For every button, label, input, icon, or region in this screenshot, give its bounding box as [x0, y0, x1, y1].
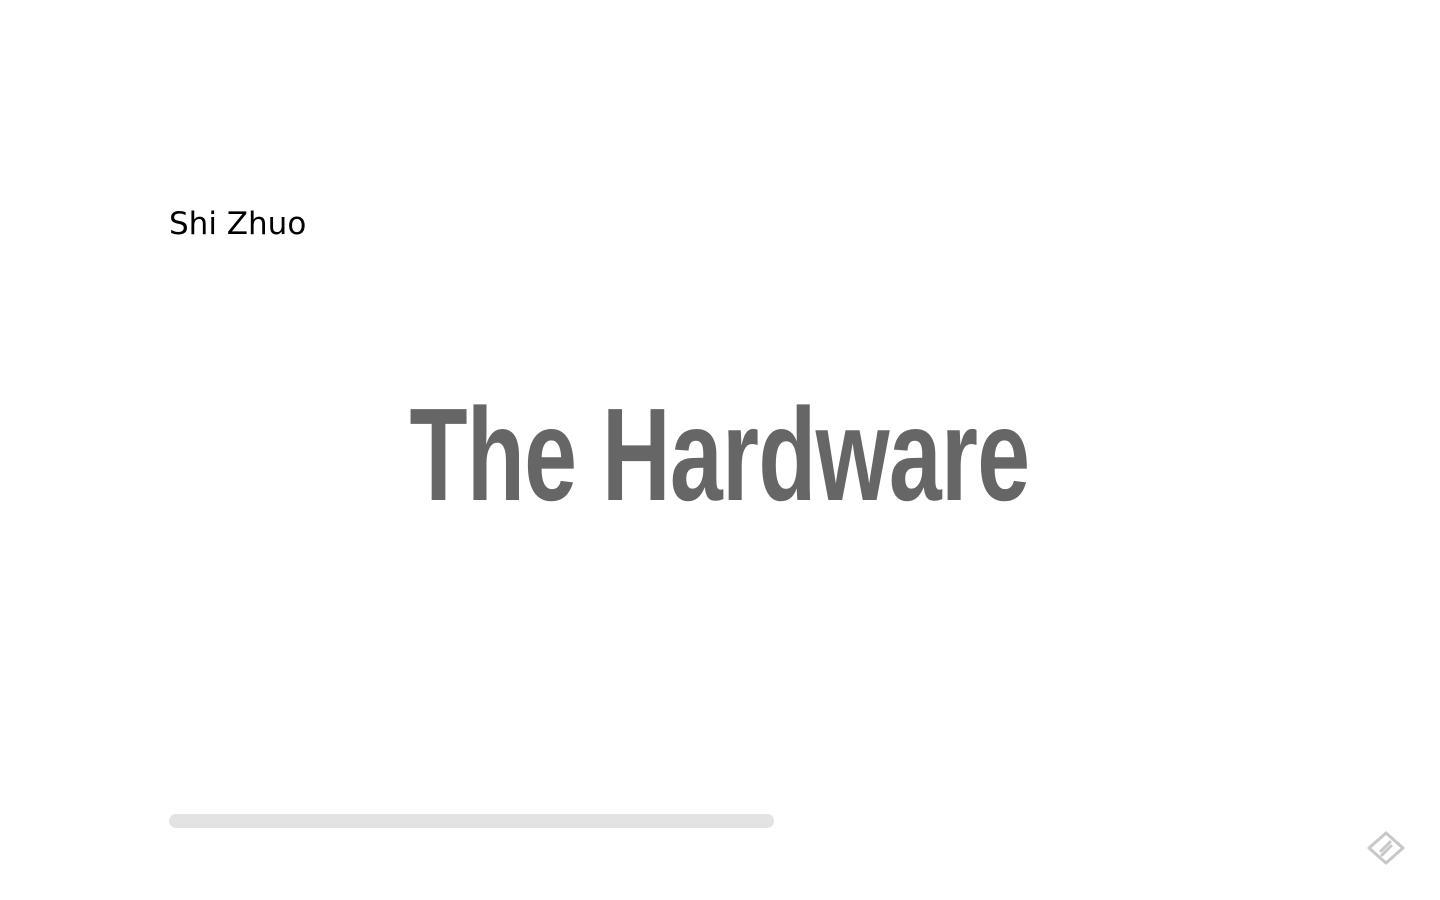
- progress-bar-fill: [169, 814, 774, 828]
- progress-bar: [169, 814, 774, 828]
- presentation-logo-icon-graphic: [1367, 831, 1405, 865]
- slide: Shi Zhuo The Hardware: [0, 0, 1440, 900]
- presentation-logo-icon[interactable]: [1366, 830, 1406, 866]
- slide-author: Shi Zhuo: [169, 206, 307, 242]
- slide-title: The Hardware: [409, 381, 1030, 528]
